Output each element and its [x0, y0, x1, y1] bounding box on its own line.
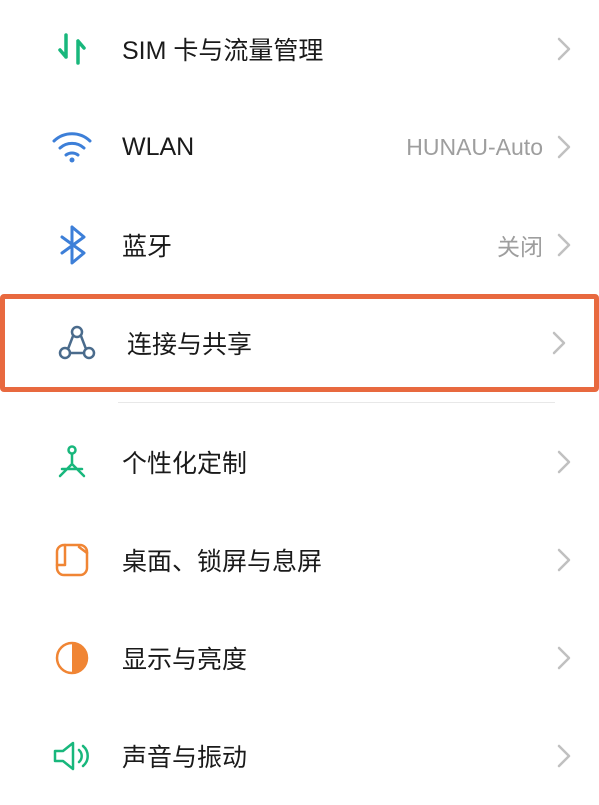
settings-item-desktop-lockscreen[interactable]: 桌面、锁屏与息屏 [0, 511, 599, 609]
chevron-right-icon [555, 643, 573, 673]
settings-item-wlan[interactable]: WLAN HUNAU-Auto [0, 98, 599, 196]
settings-item-display-brightness[interactable]: 显示与亮度 [0, 609, 599, 707]
chevron-right-icon [555, 132, 573, 162]
settings-item-sound-vibration[interactable]: 声音与振动 [0, 707, 599, 805]
item-label: 连接与共享 [127, 325, 550, 361]
desktop-lockscreen-icon [50, 538, 94, 582]
settings-item-bluetooth[interactable]: 蓝牙 关闭 [0, 196, 599, 294]
sim-data-icon [50, 27, 94, 71]
item-label: 显示与亮度 [122, 640, 555, 676]
personalization-icon [50, 440, 94, 484]
item-label: SIM 卡与流量管理 [122, 31, 555, 67]
settings-list: SIM 卡与流量管理 WLAN HUNAU-Auto 蓝牙 关闭 [0, 0, 599, 805]
chevron-right-icon [555, 34, 573, 64]
item-label: 蓝牙 [122, 227, 497, 263]
item-value: HUNAU-Auto [406, 134, 543, 161]
divider [118, 402, 555, 403]
display-brightness-icon [50, 636, 94, 680]
item-value: 关闭 [497, 228, 543, 262]
sound-vibration-icon [50, 734, 94, 778]
item-label: 桌面、锁屏与息屏 [122, 542, 555, 578]
item-label: WLAN [122, 133, 406, 162]
chevron-right-icon [550, 328, 568, 358]
settings-item-personalization[interactable]: 个性化定制 [0, 413, 599, 511]
item-label: 声音与振动 [122, 738, 555, 774]
bluetooth-icon [50, 223, 94, 267]
settings-item-connection-sharing[interactable]: 连接与共享 [0, 294, 599, 392]
settings-item-sim-data[interactable]: SIM 卡与流量管理 [0, 0, 599, 98]
chevron-right-icon [555, 447, 573, 477]
item-label: 个性化定制 [122, 444, 555, 480]
wifi-icon [50, 125, 94, 169]
connection-sharing-icon [55, 321, 99, 365]
chevron-right-icon [555, 230, 573, 260]
chevron-right-icon [555, 741, 573, 771]
chevron-right-icon [555, 545, 573, 575]
